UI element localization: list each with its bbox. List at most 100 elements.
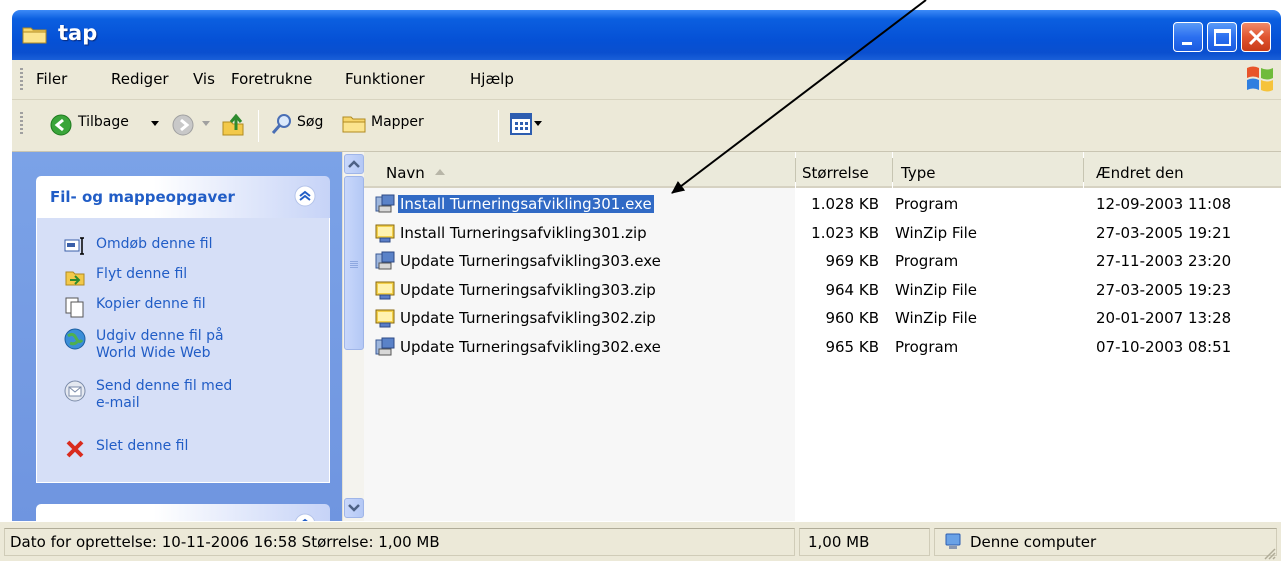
toolbar: Tilbage Søg Mapper [12, 100, 1281, 152]
status-bar: Dato for oprettelse: 10-11-2006 16:58 St… [0, 521, 1281, 561]
file-type: Program [895, 195, 959, 213]
task-move[interactable]: Flyt denne fil [96, 266, 187, 283]
close-icon [1248, 29, 1265, 46]
up-folder-icon[interactable] [220, 112, 246, 138]
maximize-icon [1214, 29, 1231, 46]
copy-icon [65, 297, 84, 318]
menu-favorites[interactable]: Foretrukne [231, 70, 312, 88]
file-name[interactable]: Update Turneringsafvikling303.exe [400, 252, 661, 270]
file-modified: 07-10-2003 08:51 [1096, 337, 1232, 356]
folders-icon[interactable] [341, 113, 367, 135]
search-button[interactable]: Søg [297, 114, 323, 130]
file-name[interactable]: Install Turneringsafvikling301.zip [400, 224, 647, 242]
globe-icon [64, 328, 86, 350]
file-row[interactable]: Update Turneringsafvikling302.zip 960 KB W… [364, 304, 1281, 332]
task-pane: Fil- og mappeopgaver Omdøb denne fil Fly… [12, 152, 342, 521]
status-location: Denne computer [970, 533, 1097, 551]
minimize-icon [1182, 42, 1192, 45]
file-size: 1.028 KB [811, 195, 879, 213]
column-header-name[interactable]: Navn [364, 152, 795, 188]
mail-icon [64, 380, 86, 402]
file-row[interactable]: Update Turneringsafvikling303.zip 964 KB W… [364, 276, 1281, 304]
file-name[interactable]: Update Turneringsafvikling302.exe [400, 338, 661, 356]
scroll-up-button[interactable] [344, 154, 364, 174]
task-email[interactable]: Send denne fil med e-mail [96, 378, 232, 412]
column-header-size[interactable]: Størrelse [796, 152, 892, 188]
scroll-down-button[interactable] [344, 498, 364, 518]
column-modified-label: Ændret den [1096, 164, 1184, 182]
scroll-thumb[interactable] [344, 176, 364, 350]
toolbar-separator [258, 110, 259, 142]
column-size-label: Størrelse [802, 164, 869, 182]
status-size: 1,00 MB [808, 533, 870, 551]
file-size: 964 KB [825, 280, 879, 299]
task-group-header[interactable]: Fil- og mappeopgaver [36, 176, 330, 218]
views-dropdown-icon[interactable] [534, 121, 542, 127]
folder-icon [22, 27, 47, 44]
file-row[interactable]: Install Turneringsafvikling301.exe 1.028 … [364, 190, 1281, 218]
task-group-title: Fil- og mappeopgaver [50, 188, 235, 206]
file-modified: 27-11-2003 23:20 [1096, 252, 1232, 270]
menu-tools[interactable]: Funktioner [345, 70, 425, 88]
file-row[interactable]: Update Turneringsafvikling302.exe 965 KB P… [364, 333, 1281, 361]
menu-help[interactable]: Hjælp [470, 70, 514, 88]
column-header-type[interactable]: Type [893, 152, 1083, 188]
collapse-icon[interactable] [293, 512, 317, 521]
windows-logo-icon [1247, 66, 1273, 92]
title-bar[interactable]: tap [12, 10, 1281, 60]
file-name[interactable]: Update Turneringsafvikling302.zip [400, 309, 656, 327]
menu-view[interactable]: Vis [193, 70, 215, 88]
task-delete[interactable]: Slet denne fil [96, 438, 188, 455]
minimize-button[interactable] [1173, 22, 1203, 52]
collapse-icon[interactable] [293, 184, 317, 208]
menu-file[interactable]: Filer [36, 70, 67, 88]
task-publish-line2: World Wide Web [96, 345, 211, 361]
file-size: 969 KB [825, 252, 879, 270]
folders-button[interactable]: Mapper [371, 114, 424, 130]
task-email-line2: e-mail [96, 395, 140, 411]
back-dropdown-icon[interactable] [150, 120, 160, 128]
back-button[interactable]: Tilbage [78, 114, 129, 130]
task-copy[interactable]: Kopier denne fil [96, 296, 206, 313]
file-type: WinZip File [895, 309, 978, 327]
close-button[interactable] [1241, 22, 1271, 52]
forward-dropdown-icon[interactable] [201, 120, 211, 128]
column-name-label: Navn [386, 164, 425, 182]
task-rename[interactable]: Omdøb denne fil [96, 236, 212, 253]
file-row[interactable]: Install Turneringsafvikling301.zip 1.023 … [364, 219, 1281, 247]
rename-icon [64, 237, 84, 255]
menu-edit[interactable]: Rediger [111, 70, 169, 88]
file-type: WinZip File [895, 223, 978, 242]
installer-exe-icon [375, 251, 395, 270]
task-publish[interactable]: Udgiv denne fil på World Wide Web [96, 328, 224, 362]
resize-grip-icon[interactable] [1262, 546, 1276, 560]
column-type-label: Type [901, 164, 936, 182]
maximize-button[interactable] [1207, 22, 1237, 52]
file-size: 1.023 KB [811, 223, 879, 242]
thumb-grip [350, 261, 358, 269]
chevron-up-icon [348, 160, 360, 168]
move-icon [65, 271, 85, 286]
winzip-file-icon [375, 281, 395, 299]
file-name[interactable]: Install Turneringsafvikling301.exe [398, 195, 654, 213]
file-size: 965 KB [825, 337, 879, 356]
computer-icon [945, 533, 961, 549]
delete-icon [66, 440, 84, 458]
chevron-down-icon [348, 504, 360, 512]
file-modified: 20-01-2007 13:28 [1096, 309, 1232, 327]
file-name[interactable]: Update Turneringsafvikling303.zip [400, 281, 656, 299]
file-row[interactable]: Update Turneringsafvikling303.exe 969 KB P… [364, 247, 1281, 275]
file-modified: 27-03-2005 19:23 [1096, 280, 1232, 299]
forward-arrow-icon[interactable] [172, 114, 194, 136]
task-email-line1: Send denne fil med [96, 378, 233, 394]
window-title: tap [58, 21, 98, 45]
back-arrow-icon[interactable] [50, 114, 72, 136]
sort-ascending-icon [435, 169, 445, 175]
toolbar-separator [498, 110, 499, 142]
file-modified: 12-09-2003 11:08 [1096, 195, 1232, 213]
column-header-modified[interactable]: Ændret den [1084, 152, 1281, 188]
views-icon[interactable] [510, 113, 532, 135]
task-group-header-2[interactable] [36, 504, 330, 521]
search-icon[interactable] [270, 112, 294, 136]
task-pane-scrollbar[interactable] [342, 152, 364, 521]
